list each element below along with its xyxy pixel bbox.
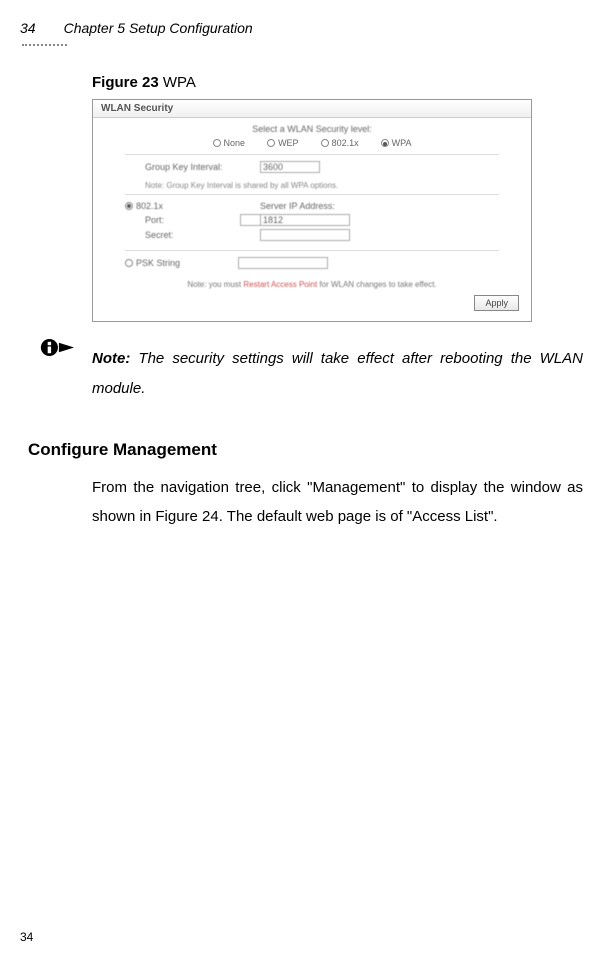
page-number-top: 34 bbox=[20, 20, 64, 36]
group-key-note: Note: Group Key Interval is shared by al… bbox=[145, 181, 479, 190]
radio-wpa-label: WPA bbox=[392, 138, 412, 148]
chapter-title: Chapter 5 Setup Configuration bbox=[64, 20, 253, 36]
restart-note-pre: Note: you must bbox=[187, 280, 243, 289]
note-text: Note: The security settings will take ef… bbox=[76, 344, 583, 404]
radio-circle-selected-icon bbox=[125, 202, 133, 210]
auth-8021x-label: 802.1x bbox=[136, 201, 163, 211]
note-body: The security settings will take effect a… bbox=[92, 350, 583, 397]
radio-none[interactable]: None bbox=[213, 138, 246, 148]
restart-note-red: Restart Access Point bbox=[243, 280, 317, 289]
radio-wpa[interactable]: WPA bbox=[381, 138, 412, 148]
ss-divider bbox=[125, 154, 499, 155]
secret-label: Secret: bbox=[145, 230, 260, 240]
ss-body: Select a WLAN Security level: None WEP 8… bbox=[93, 118, 531, 321]
restart-note-post: for WLAN changes to take effect. bbox=[317, 280, 436, 289]
radio-none-label: None bbox=[224, 138, 246, 148]
server-ip-label: Server IP Address: bbox=[260, 201, 335, 211]
psk-input[interactable] bbox=[238, 257, 328, 269]
page-header: 34 Chapter 5 Setup Configuration bbox=[20, 20, 583, 36]
psk-radio[interactable]: PSK String bbox=[125, 258, 180, 268]
auth-8021x-radio[interactable]: 802.1x bbox=[125, 201, 260, 211]
group-key-label: Group Key Interval: bbox=[145, 162, 260, 172]
radio-circle-icon bbox=[321, 139, 329, 147]
note-label: Note: bbox=[92, 350, 130, 367]
ss-group-key-row: Group Key Interval: 3600 bbox=[105, 159, 519, 178]
radio-circle-icon bbox=[267, 139, 275, 147]
ss-divider bbox=[125, 194, 499, 195]
radio-8021x-label: 802.1x bbox=[332, 138, 359, 148]
radio-circle-selected-icon bbox=[381, 139, 389, 147]
ss-titlebar: WLAN Security bbox=[93, 100, 531, 118]
secret-input[interactable] bbox=[260, 229, 350, 241]
radio-wep[interactable]: WEP bbox=[267, 138, 299, 148]
note-info-icon bbox=[38, 336, 76, 364]
page-number-bottom: 34 bbox=[20, 930, 33, 944]
psk-label: PSK String bbox=[136, 258, 180, 268]
apply-button[interactable]: Apply bbox=[474, 295, 519, 311]
note-block: Note: The security settings will take ef… bbox=[38, 344, 583, 404]
radio-circle-icon bbox=[125, 259, 133, 267]
ss-8021x-group: 802.1x Server IP Address: Port: 1812 Sec… bbox=[105, 199, 519, 246]
ss-security-radios: None WEP 802.1x WPA bbox=[105, 138, 519, 148]
radio-wep-label: WEP bbox=[278, 138, 299, 148]
apply-wrap: Apply bbox=[105, 295, 519, 311]
restart-note: Note: you must Restart Access Point for … bbox=[105, 280, 519, 289]
section-heading: Configure Management bbox=[28, 440, 583, 460]
group-key-input[interactable]: 3600 bbox=[260, 161, 320, 173]
radio-circle-icon bbox=[213, 139, 221, 147]
port-label: Port: bbox=[145, 215, 260, 225]
ss-psk-group: PSK String bbox=[105, 255, 519, 274]
header-divider bbox=[22, 44, 67, 46]
ss-divider bbox=[125, 250, 499, 251]
figure-label-number: Figure 23 bbox=[92, 74, 159, 91]
figure-caption: Figure 23 WPA bbox=[92, 74, 583, 91]
port-input[interactable]: 1812 bbox=[260, 214, 350, 226]
radio-8021x[interactable]: 802.1x bbox=[321, 138, 359, 148]
body-paragraph: From the navigation tree, click "Managem… bbox=[92, 474, 583, 531]
wpa-screenshot: WLAN Security Select a WLAN Security lev… bbox=[92, 99, 532, 322]
ss-select-level-label: Select a WLAN Security level: bbox=[105, 124, 519, 134]
figure-label-name: WPA bbox=[159, 74, 196, 91]
